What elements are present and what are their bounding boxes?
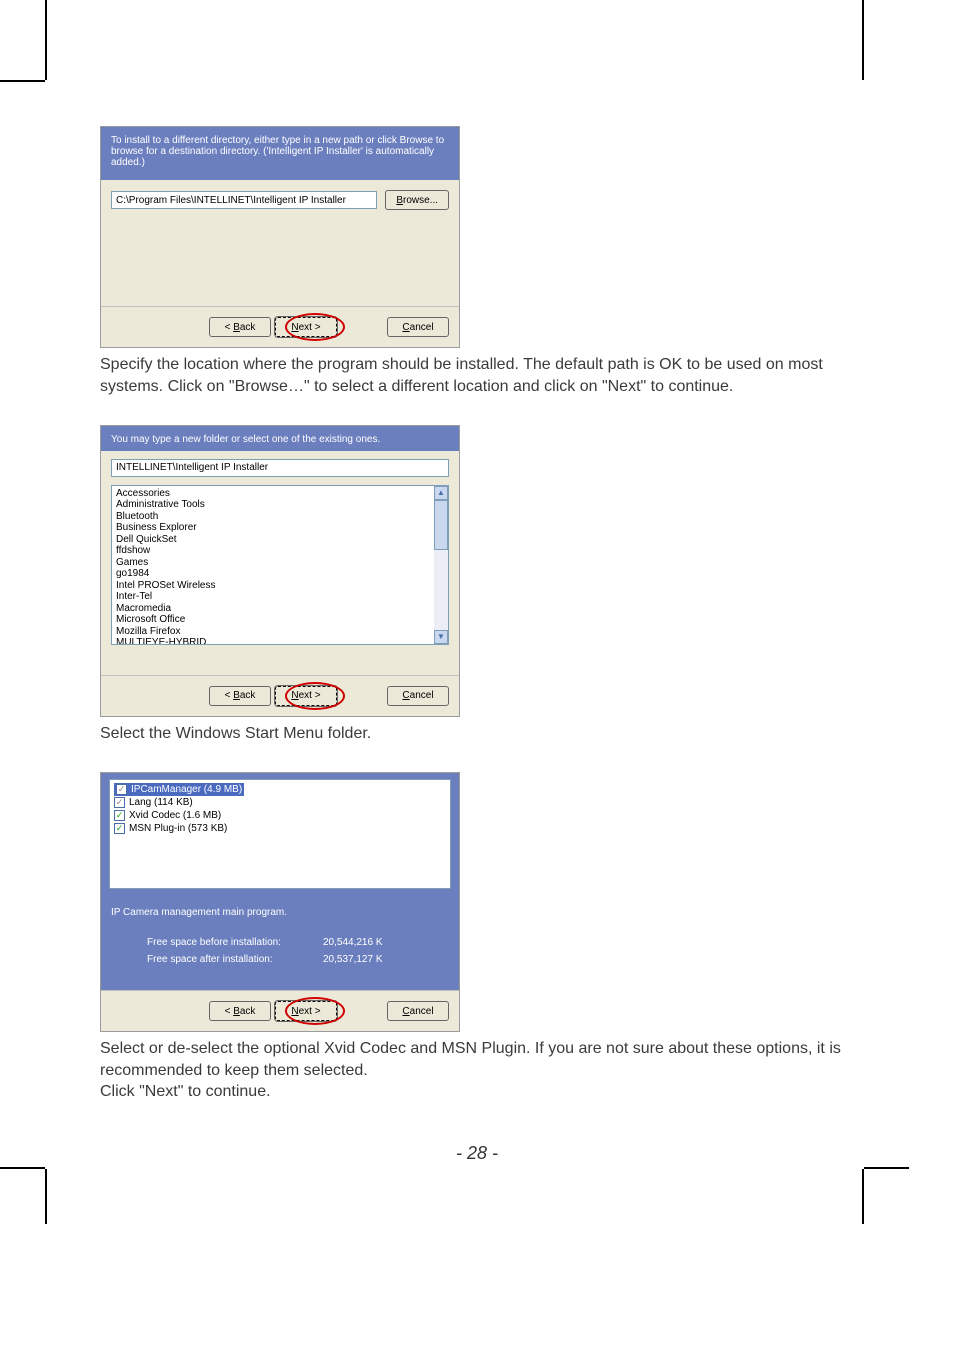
next-button[interactable]: Next > xyxy=(275,686,337,706)
list-item[interactable]: Administrative Tools xyxy=(116,499,430,511)
list-item[interactable]: Intel PROSet Wireless xyxy=(116,580,430,592)
component-label: MSN Plug-in (573 KB) xyxy=(129,822,227,835)
checkbox: ✓ xyxy=(114,797,125,808)
back-button[interactable]: < Back xyxy=(209,317,271,337)
caption-3a: Select or de-select the optional Xvid Co… xyxy=(100,1038,854,1081)
back-button[interactable]: < Back xyxy=(209,686,271,706)
scroll-thumb[interactable] xyxy=(434,500,448,550)
list-item[interactable]: Dell QuickSet xyxy=(116,534,430,546)
checkbox[interactable]: ✓ xyxy=(114,823,125,834)
caption-2: Select the Windows Start Menu folder. xyxy=(100,723,854,745)
space-before-label: Free space before installation: xyxy=(117,937,323,948)
component-label: IPCamManager (4.9 MB) xyxy=(131,783,242,796)
page-number: - 28 - xyxy=(100,1143,854,1164)
space-after-label: Free space after installation: xyxy=(117,954,323,965)
list-item[interactable]: MULTIEYE-HYBRID xyxy=(116,637,430,644)
empty-area xyxy=(111,210,449,300)
cancel-button[interactable]: Cancel xyxy=(387,317,449,337)
component-label: Xvid Codec (1.6 MB) xyxy=(129,809,221,822)
checkbox[interactable]: ✓ xyxy=(114,810,125,821)
list-item[interactable]: Macromedia xyxy=(116,603,430,615)
folder-list[interactable]: AccessoriesAdministrative ToolsBluetooth… xyxy=(111,485,449,645)
next-button[interactable]: Next > xyxy=(275,317,337,337)
list-item[interactable]: Mozilla Firefox xyxy=(116,626,430,638)
back-button[interactable]: < Back xyxy=(209,1001,271,1021)
caption-3b: Click "Next" to continue. xyxy=(100,1081,854,1103)
component-item[interactable]: ✓ Xvid Codec (1.6 MB) xyxy=(114,809,446,822)
list-item[interactable]: Games xyxy=(116,557,430,569)
dialog-instruction: To install to a different directory, eit… xyxy=(101,127,459,180)
component-item[interactable]: ✓ Lang (114 KB) xyxy=(114,796,446,809)
cancel-button[interactable]: Cancel xyxy=(387,686,449,706)
next-button[interactable]: Next > xyxy=(275,1001,337,1021)
list-item[interactable]: go1984 xyxy=(116,568,430,580)
folder-name-input[interactable] xyxy=(111,459,449,477)
browse-button[interactable]: Browse... xyxy=(385,190,449,210)
list-item[interactable]: Inter-Tel xyxy=(116,591,430,603)
list-item[interactable]: Microsoft Office xyxy=(116,614,430,626)
installer-folder-dialog: You may type a new folder or select one … xyxy=(100,425,460,717)
scrollbar[interactable]: ▲ ▼ xyxy=(434,486,448,644)
space-before-value: 20,544,216 K xyxy=(323,937,443,948)
component-item[interactable]: ✓ MSN Plug-in (573 KB) xyxy=(114,822,446,835)
list-item[interactable]: ffdshow xyxy=(116,545,430,557)
dialog-instruction: You may type a new folder or select one … xyxy=(101,426,459,451)
caption-1: Specify the location where the program s… xyxy=(100,354,854,397)
installer-destination-dialog: To install to a different directory, eit… xyxy=(100,126,460,348)
installer-components-dialog: ✓IPCamManager (4.9 MB)✓Lang (114 KB)✓Xvi… xyxy=(100,772,460,1032)
space-after-value: 20,537,127 K xyxy=(323,954,443,965)
component-label: Lang (114 KB) xyxy=(129,796,193,809)
list-item[interactable]: Bluetooth xyxy=(116,511,430,523)
component-list: ✓IPCamManager (4.9 MB)✓Lang (114 KB)✓Xvi… xyxy=(109,779,451,889)
scroll-up-button[interactable]: ▲ xyxy=(434,486,448,500)
list-item[interactable]: Business Explorer xyxy=(116,522,430,534)
cancel-button[interactable]: Cancel xyxy=(387,1001,449,1021)
install-path-input[interactable] xyxy=(111,191,377,209)
component-description: IP Camera management main program. xyxy=(109,889,451,924)
list-item[interactable]: Accessories xyxy=(116,488,430,500)
component-item[interactable]: ✓ IPCamManager (4.9 MB) xyxy=(114,783,244,796)
checkbox: ✓ xyxy=(116,784,127,795)
scroll-down-button[interactable]: ▼ xyxy=(434,630,448,644)
